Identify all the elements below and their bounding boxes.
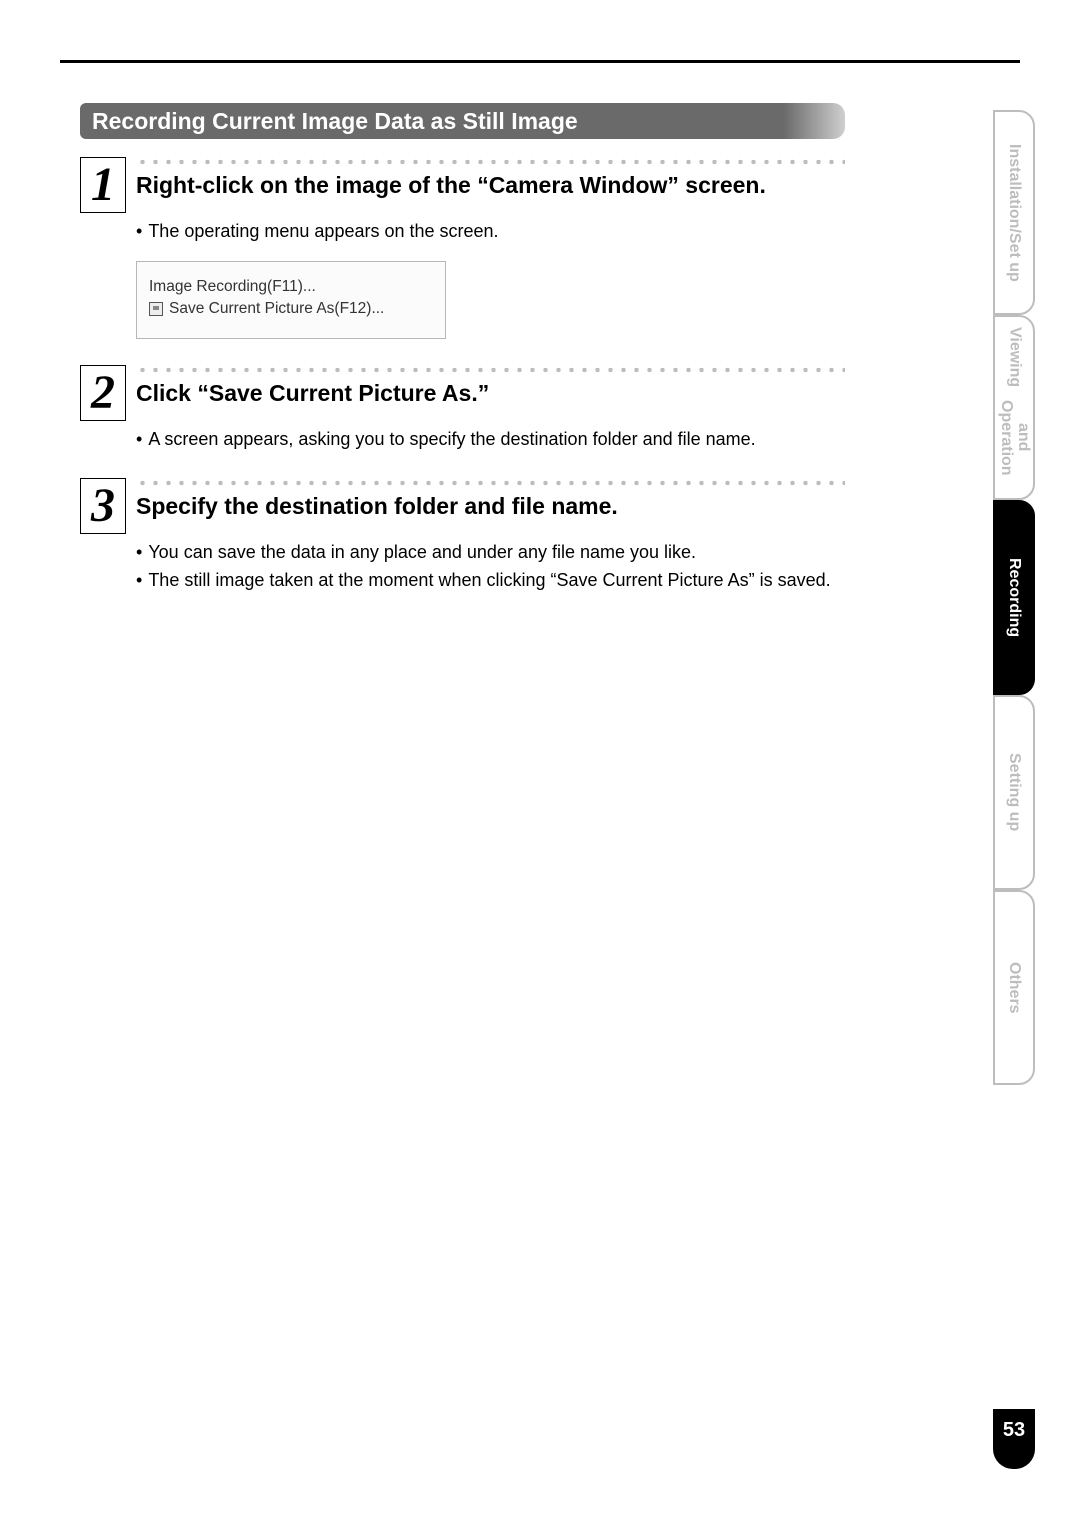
menu-item-label: Image Recording(F11)... <box>149 278 316 296</box>
page-number: 53 <box>993 1409 1035 1469</box>
bullet-content: You can save the data in any place and u… <box>148 540 696 564</box>
context-menu-screenshot: Image Recording(F11)... Save Current Pic… <box>136 261 446 339</box>
bullet-content: A screen appears, asking you to specify … <box>148 427 755 451</box>
dotted-rule <box>136 478 845 488</box>
step-title-column: Click “Save Current Picture As.” <box>136 365 845 408</box>
step-number: 2 <box>91 369 115 417</box>
content-area: Recording Current Image Data as Still Im… <box>80 103 845 592</box>
step-title: Click “Save Current Picture As.” <box>136 379 845 408</box>
step-body: You can save the data in any place and u… <box>80 540 845 593</box>
bullet-text: The operating menu appears on the screen… <box>136 219 845 243</box>
tab-label-line: Viewing <box>1006 327 1023 387</box>
step-title: Right-click on the image of the “Camera … <box>136 171 845 200</box>
context-menu-item: Save Current Picture As(F12)... <box>149 298 433 320</box>
tab-others: Others <box>993 890 1035 1085</box>
tab-installation-setup: Installation/Set up <box>993 110 1035 315</box>
bullet-text: You can save the data in any place and u… <box>136 540 845 564</box>
tab-label-line: and Operation <box>997 387 1031 488</box>
step-body: The operating menu appears on the screen… <box>80 219 845 339</box>
step-3: 3 Specify the destination folder and fil… <box>80 478 845 593</box>
step-number: 1 <box>91 161 115 209</box>
manual-page: Recording Current Image Data as Still Im… <box>0 0 1080 1529</box>
top-rule <box>60 60 1020 63</box>
step-head: 1 Right-click on the image of the “Camer… <box>80 157 845 213</box>
step-body: A screen appears, asking you to specify … <box>80 427 845 451</box>
section-heading: Recording Current Image Data as Still Im… <box>80 103 845 139</box>
tab-setting-up: Setting up <box>993 695 1035 890</box>
menu-item-label: Save Current Picture As(F12)... <box>169 300 384 318</box>
bullet-text: A screen appears, asking you to specify … <box>136 427 845 451</box>
step-number-box: 3 <box>80 478 126 534</box>
bullet-content: The still image taken at the moment when… <box>148 568 830 592</box>
save-icon <box>149 302 163 316</box>
step-head: 2 Click “Save Current Picture As.” <box>80 365 845 421</box>
step-1: 1 Right-click on the image of the “Camer… <box>80 157 845 339</box>
step-number-box: 2 <box>80 365 126 421</box>
context-menu-item: Image Recording(F11)... <box>149 276 433 298</box>
step-number: 3 <box>91 482 115 530</box>
dotted-rule <box>136 157 845 167</box>
step-number-box: 1 <box>80 157 126 213</box>
step-title: Specify the destination folder and file … <box>136 492 845 521</box>
bullet-text: The still image taken at the moment when… <box>136 568 845 592</box>
tab-viewing-operation: Viewing and Operation <box>993 315 1035 500</box>
tab-recording: Recording <box>993 500 1035 695</box>
side-tab-strip: Installation/Set up Viewing and Operatio… <box>993 110 1035 1085</box>
bullet-content: The operating menu appears on the screen… <box>148 219 498 243</box>
step-title-column: Right-click on the image of the “Camera … <box>136 157 845 200</box>
step-title-column: Specify the destination folder and file … <box>136 478 845 521</box>
step-head: 3 Specify the destination folder and fil… <box>80 478 845 534</box>
step-2: 2 Click “Save Current Picture As.” A scr… <box>80 365 845 451</box>
dotted-rule <box>136 365 845 375</box>
